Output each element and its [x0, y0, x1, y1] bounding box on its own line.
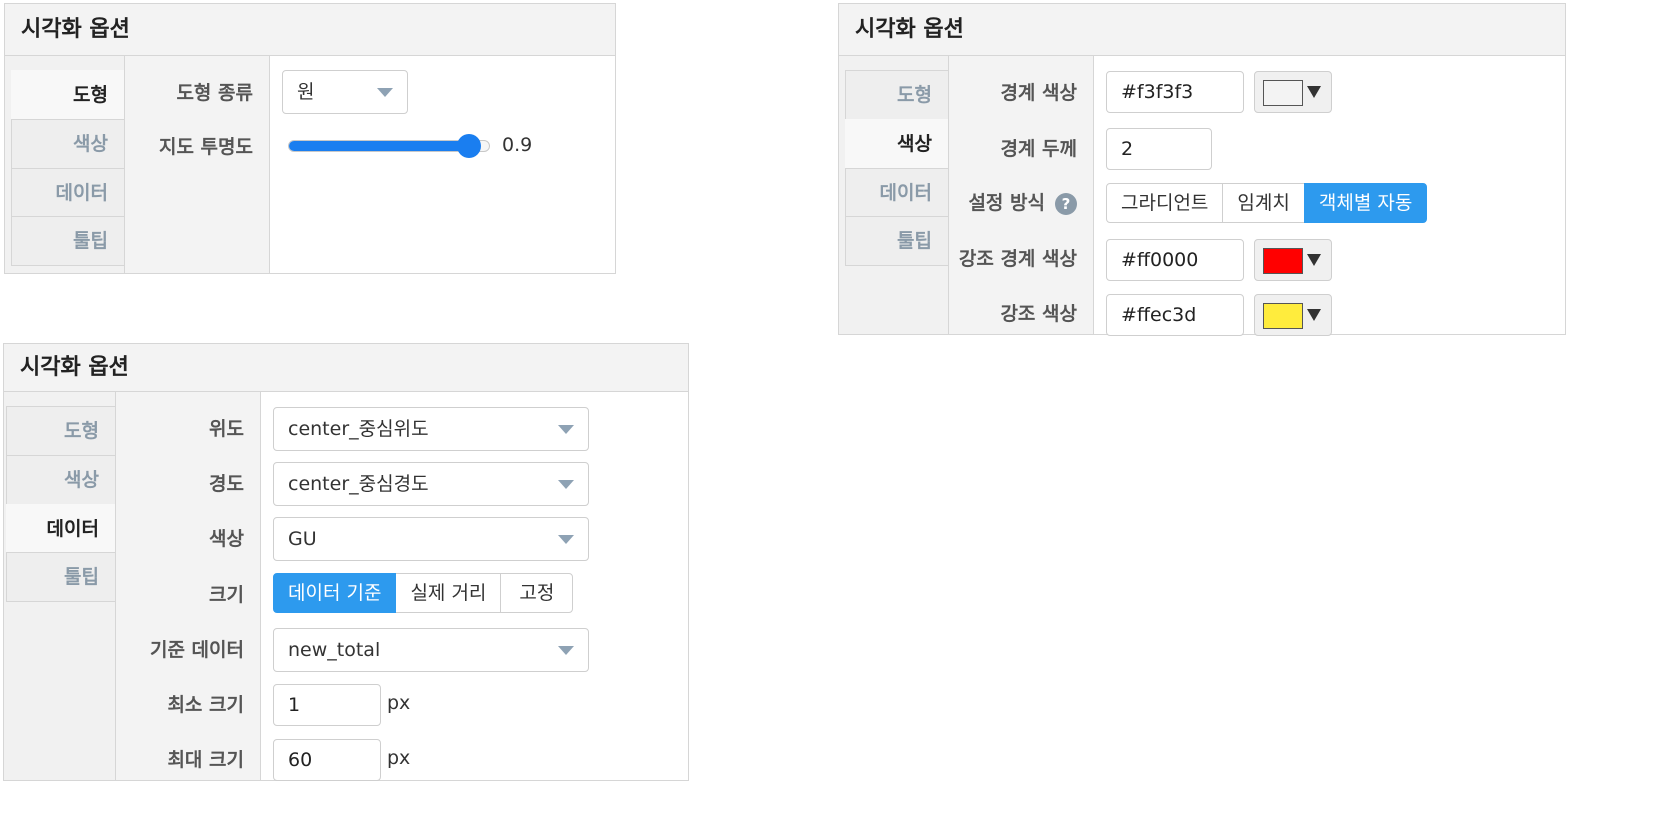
- highlight-color-label: 강조 색상: [1000, 303, 1077, 325]
- border-color-picker[interactable]: [1254, 71, 1332, 113]
- highlight-border-color-picker[interactable]: [1254, 239, 1332, 281]
- visualization-options-panel-data: 시각화 옵션 도형 색상 데이터 툴팁 위도 경도 색상 크기 기준 데이터 최…: [3, 343, 689, 781]
- tab-data[interactable]: 데이터: [6, 504, 115, 554]
- size-label: 크기: [209, 584, 244, 606]
- color-select[interactable]: GU: [273, 517, 589, 561]
- slider-thumb[interactable]: [457, 134, 481, 158]
- min-size-unit: px: [387, 692, 411, 714]
- tab-tooltip[interactable]: 툴팁: [6, 552, 115, 602]
- shape-type-label: 도형 종류: [176, 82, 253, 104]
- base-data-value: new_total: [288, 639, 381, 661]
- method-label: 설정 방식?: [968, 188, 1077, 215]
- tab-data[interactable]: 데이터: [845, 168, 948, 218]
- visualization-options-panel-color: 시각화 옵션 도형 색상 데이터 툴팁 경계 색상 경계 두께 설정 방식? 강…: [838, 3, 1566, 336]
- triangle-down-icon: [1307, 309, 1321, 321]
- tab-tooltip[interactable]: 툴팁: [845, 216, 948, 266]
- highlight-border-color-input[interactable]: #ff0000: [1106, 239, 1244, 281]
- longitude-label: 경도: [209, 473, 244, 495]
- visualization-options-panel-shape: 시각화 옵션 도형 색상 데이터 툴팁 도형 종류 지도 투명도 원 0.9: [4, 3, 616, 274]
- map-opacity-value: 0.9: [502, 134, 533, 156]
- tab-shape[interactable]: 도형: [11, 70, 124, 120]
- max-size-unit: px: [387, 747, 411, 769]
- tab-list: 도형 색상 데이터 툴팁: [839, 56, 949, 334]
- tab-shape[interactable]: 도형: [6, 406, 115, 456]
- tab-list: 도형 색상 데이터 툴팁: [4, 392, 116, 780]
- border-width-input[interactable]: 2: [1106, 128, 1212, 170]
- panel-title: 시각화 옵션: [5, 4, 615, 56]
- label-column: 경계 색상 경계 두께 설정 방식? 강조 경계 색상 강조 색상: [949, 56, 1094, 334]
- border-width-label: 경계 두께: [1000, 138, 1077, 160]
- help-icon[interactable]: ?: [1055, 192, 1077, 215]
- chevron-down-icon: [377, 88, 393, 97]
- panel-title: 시각화 옵션: [839, 4, 1565, 56]
- tab-shape[interactable]: 도형: [845, 70, 948, 120]
- tab-color[interactable]: 색상: [845, 119, 948, 169]
- triangle-down-icon: [1307, 254, 1321, 266]
- slider-fill: [289, 141, 469, 151]
- chevron-down-icon: [558, 480, 574, 489]
- content-column: center_중심위도 center_중심경도 GU 데이터 기준 실제 거리 …: [261, 392, 688, 781]
- min-size-input[interactable]: 1: [273, 684, 381, 726]
- map-opacity-slider[interactable]: [288, 134, 490, 158]
- label-column: 도형 종류 지도 투명도: [125, 56, 270, 273]
- method-label-text: 설정 방식: [968, 192, 1045, 214]
- method-gradient-button[interactable]: 그라디언트: [1106, 183, 1224, 223]
- color-label: 색상: [209, 528, 244, 550]
- base-data-label: 기준 데이터: [149, 639, 244, 661]
- latitude-value: center_중심위도: [288, 418, 429, 440]
- border-color-input[interactable]: #f3f3f3: [1106, 71, 1244, 113]
- triangle-down-icon: [1307, 86, 1321, 98]
- longitude-value: center_중심경도: [288, 473, 429, 495]
- size-button-group: 데이터 기준 실제 거리 고정: [273, 573, 574, 613]
- map-opacity-label: 지도 투명도: [158, 136, 253, 158]
- shape-type-select[interactable]: 원: [282, 70, 408, 114]
- highlight-color-picker[interactable]: [1254, 294, 1332, 336]
- size-real-distance-button[interactable]: 실제 거리: [395, 573, 502, 613]
- content-column: #f3f3f3 2 그라디언트 임계치 객체별 자동 #ff0000 #ffec…: [1094, 56, 1565, 336]
- tab-list: 도형 색상 데이터 툴팁: [5, 56, 125, 273]
- color-swatch: [1263, 80, 1303, 106]
- chevron-down-icon: [558, 646, 574, 655]
- size-by-data-button[interactable]: 데이터 기준: [273, 573, 397, 613]
- method-threshold-button[interactable]: 임계치: [1222, 183, 1305, 223]
- color-swatch: [1263, 248, 1303, 274]
- label-column: 위도 경도 색상 크기 기준 데이터 최소 크기 최대 크기: [116, 392, 261, 780]
- size-fixed-button[interactable]: 고정: [500, 573, 574, 613]
- tab-color[interactable]: 색상: [6, 455, 115, 505]
- content-column: 원 0.9: [270, 56, 615, 273]
- latitude-label: 위도: [209, 418, 244, 440]
- tab-color[interactable]: 색상: [11, 119, 124, 169]
- highlight-color-input[interactable]: #ffec3d: [1106, 294, 1244, 336]
- longitude-select[interactable]: center_중심경도: [273, 462, 589, 506]
- min-size-label: 최소 크기: [167, 694, 244, 716]
- max-size-label: 최대 크기: [167, 749, 244, 771]
- panel-title: 시각화 옵션: [4, 344, 688, 392]
- shape-type-value: 원: [297, 81, 315, 103]
- tab-data[interactable]: 데이터: [11, 168, 124, 218]
- method-button-group: 그라디언트 임계치 객체별 자동: [1106, 183, 1428, 223]
- chevron-down-icon: [558, 535, 574, 544]
- highlight-border-color-label: 강조 경계 색상: [958, 248, 1077, 270]
- color-value: GU: [288, 528, 317, 550]
- base-data-select[interactable]: new_total: [273, 628, 589, 672]
- latitude-select[interactable]: center_중심위도: [273, 407, 589, 451]
- border-color-label: 경계 색상: [1000, 82, 1077, 104]
- chevron-down-icon: [558, 425, 574, 434]
- method-auto-per-object-button[interactable]: 객체별 자동: [1303, 183, 1428, 223]
- max-size-input[interactable]: 60: [273, 739, 381, 781]
- color-swatch: [1263, 303, 1303, 329]
- tab-tooltip[interactable]: 툴팁: [11, 216, 124, 266]
